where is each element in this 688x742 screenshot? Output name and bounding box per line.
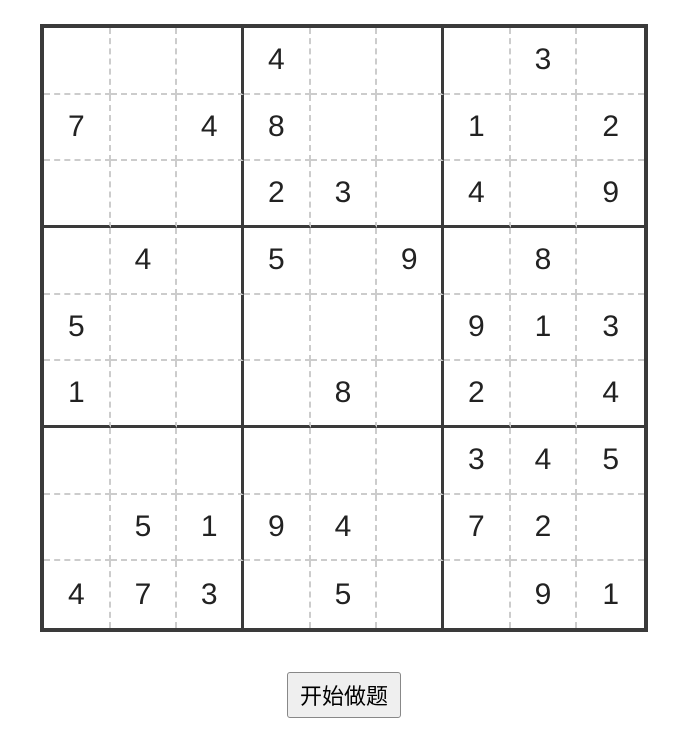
sudoku-cell[interactable]: 5: [311, 561, 378, 628]
sudoku-cell[interactable]: [444, 561, 511, 628]
sudoku-cell[interactable]: 7: [444, 495, 511, 562]
sudoku-cell[interactable]: [44, 228, 111, 295]
sudoku-cell[interactable]: 5: [44, 295, 111, 362]
sudoku-cell[interactable]: 4: [177, 95, 244, 162]
sudoku-cell[interactable]: [377, 361, 444, 428]
sudoku-cell[interactable]: [111, 428, 178, 495]
sudoku-cell[interactable]: [311, 28, 378, 95]
sudoku-cell[interactable]: [311, 295, 378, 362]
sudoku-cell[interactable]: [44, 428, 111, 495]
sudoku-cell[interactable]: [177, 428, 244, 495]
sudoku-cell[interactable]: 4: [111, 228, 178, 295]
sudoku-cell[interactable]: [377, 428, 444, 495]
sudoku-cell[interactable]: [511, 361, 578, 428]
sudoku-cell[interactable]: [311, 428, 378, 495]
sudoku-cell[interactable]: [44, 495, 111, 562]
sudoku-cell[interactable]: 3: [511, 28, 578, 95]
sudoku-cell[interactable]: [577, 28, 644, 95]
sudoku-cell[interactable]: [111, 361, 178, 428]
sudoku-cell[interactable]: 9: [377, 228, 444, 295]
sudoku-cell[interactable]: 5: [577, 428, 644, 495]
sudoku-cell[interactable]: 1: [444, 95, 511, 162]
sudoku-cell[interactable]: [111, 95, 178, 162]
sudoku-cell[interactable]: [377, 561, 444, 628]
sudoku-cell[interactable]: [44, 28, 111, 95]
sudoku-cell[interactable]: [177, 228, 244, 295]
sudoku-board: 4 3 7 4 8 1 2 2 3 4 9 4 5 9 8 5 9 1 3 1 …: [40, 24, 648, 632]
sudoku-cell[interactable]: [311, 95, 378, 162]
sudoku-cell[interactable]: 9: [511, 561, 578, 628]
sudoku-cell[interactable]: 4: [511, 428, 578, 495]
sudoku-cell[interactable]: 3: [311, 161, 378, 228]
sudoku-cell[interactable]: 1: [44, 361, 111, 428]
sudoku-cell[interactable]: 2: [511, 495, 578, 562]
sudoku-cell[interactable]: [244, 561, 311, 628]
start-button[interactable]: 开始做题: [287, 672, 401, 718]
sudoku-cell[interactable]: [177, 161, 244, 228]
sudoku-cell[interactable]: [377, 295, 444, 362]
sudoku-cell[interactable]: 8: [244, 95, 311, 162]
sudoku-cell[interactable]: [511, 161, 578, 228]
sudoku-cell[interactable]: 2: [577, 95, 644, 162]
sudoku-cell[interactable]: [511, 95, 578, 162]
sudoku-cell[interactable]: [111, 161, 178, 228]
sudoku-cell[interactable]: [377, 28, 444, 95]
sudoku-cell[interactable]: 1: [577, 561, 644, 628]
sudoku-cell[interactable]: 4: [577, 361, 644, 428]
sudoku-cell[interactable]: 2: [444, 361, 511, 428]
sudoku-cell[interactable]: [377, 495, 444, 562]
sudoku-cell[interactable]: [244, 295, 311, 362]
sudoku-cell[interactable]: [177, 295, 244, 362]
sudoku-cell[interactable]: [44, 161, 111, 228]
sudoku-cell[interactable]: [444, 228, 511, 295]
sudoku-cell[interactable]: 8: [511, 228, 578, 295]
sudoku-cell[interactable]: 1: [177, 495, 244, 562]
sudoku-cell[interactable]: 3: [577, 295, 644, 362]
sudoku-cell[interactable]: [377, 95, 444, 162]
sudoku-cell[interactable]: [244, 428, 311, 495]
sudoku-cell[interactable]: 7: [111, 561, 178, 628]
sudoku-cell[interactable]: 4: [311, 495, 378, 562]
sudoku-cell[interactable]: [577, 228, 644, 295]
sudoku-cell[interactable]: 9: [244, 495, 311, 562]
sudoku-cell[interactable]: 3: [177, 561, 244, 628]
sudoku-cell[interactable]: [377, 161, 444, 228]
sudoku-cell[interactable]: [111, 28, 178, 95]
sudoku-cell[interactable]: 9: [577, 161, 644, 228]
sudoku-cell[interactable]: 9: [444, 295, 511, 362]
sudoku-cell[interactable]: 2: [244, 161, 311, 228]
sudoku-cell[interactable]: 3: [444, 428, 511, 495]
controls: 开始做题: [287, 672, 401, 718]
sudoku-cell[interactable]: 7: [44, 95, 111, 162]
sudoku-cell[interactable]: [177, 28, 244, 95]
sudoku-cell[interactable]: [111, 295, 178, 362]
sudoku-cell[interactable]: 4: [244, 28, 311, 95]
sudoku-cell[interactable]: [244, 361, 311, 428]
sudoku-cell[interactable]: [311, 228, 378, 295]
sudoku-cell[interactable]: 1: [511, 295, 578, 362]
sudoku-cell[interactable]: 4: [44, 561, 111, 628]
sudoku-cell[interactable]: 8: [311, 361, 378, 428]
sudoku-cell[interactable]: 5: [111, 495, 178, 562]
sudoku-cell[interactable]: 4: [444, 161, 511, 228]
sudoku-cell[interactable]: [177, 361, 244, 428]
sudoku-cell[interactable]: [444, 28, 511, 95]
sudoku-cell[interactable]: [577, 495, 644, 562]
sudoku-cell[interactable]: 5: [244, 228, 311, 295]
